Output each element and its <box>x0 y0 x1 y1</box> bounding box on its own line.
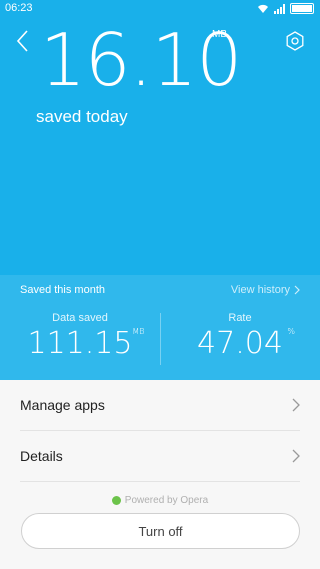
list-item-manage-apps[interactable]: Manage apps <box>20 380 300 431</box>
status-bar: 06:23 <box>0 0 320 18</box>
settings-list: Manage apps Details <box>0 380 320 482</box>
powered-by: Powered by Opera <box>0 495 320 506</box>
rate-label: Rate <box>228 312 252 324</box>
list-item-label: Manage apps <box>20 397 105 413</box>
list-item-label: Details <box>20 448 63 464</box>
wifi-icon <box>258 4 268 13</box>
chevron-right-icon <box>294 285 300 295</box>
data-saved-unit: MB <box>132 327 145 336</box>
signal-icon <box>274 3 285 14</box>
chevron-right-icon <box>292 449 300 463</box>
view-history-link[interactable]: View history <box>231 284 300 296</box>
opera-logo-icon <box>111 496 121 505</box>
view-history-label: View history <box>230 284 290 296</box>
data-saved-stat: Data saved 111.15 MB <box>0 312 160 361</box>
back-button[interactable] <box>12 28 34 54</box>
hero-panel: 06:23 16.10 MB saved today Saved this mo… <box>0 0 320 380</box>
rate-value: 47.04 <box>197 326 283 361</box>
month-summary: Saved this month View history Data saved… <box>0 275 320 380</box>
saved-today-caption: saved today <box>36 107 128 126</box>
list-item-details[interactable]: Details <box>20 431 300 482</box>
status-icons <box>257 3 314 14</box>
chevron-right-icon <box>292 398 300 412</box>
month-label: Saved this month <box>20 284 105 296</box>
saved-today-value: 16.10 <box>40 18 242 102</box>
saved-today-unit: MB <box>212 29 227 40</box>
turn-off-button[interactable]: Turn off <box>21 513 300 549</box>
rate-stat: Rate 47.04 % <box>160 312 320 361</box>
data-saved-value: 111.15 <box>27 326 133 361</box>
data-saved-value-wrap: 111.15 MB <box>27 326 145 361</box>
data-saved-label: Data saved <box>52 312 108 324</box>
rate-value-wrap: 47.04 % <box>197 326 295 361</box>
settings-button[interactable] <box>284 30 306 52</box>
status-time: 06:23 <box>5 2 33 14</box>
battery-icon <box>290 3 314 14</box>
powered-by-text: Powered by Opera <box>124 495 209 506</box>
rate-unit: % <box>287 327 295 336</box>
